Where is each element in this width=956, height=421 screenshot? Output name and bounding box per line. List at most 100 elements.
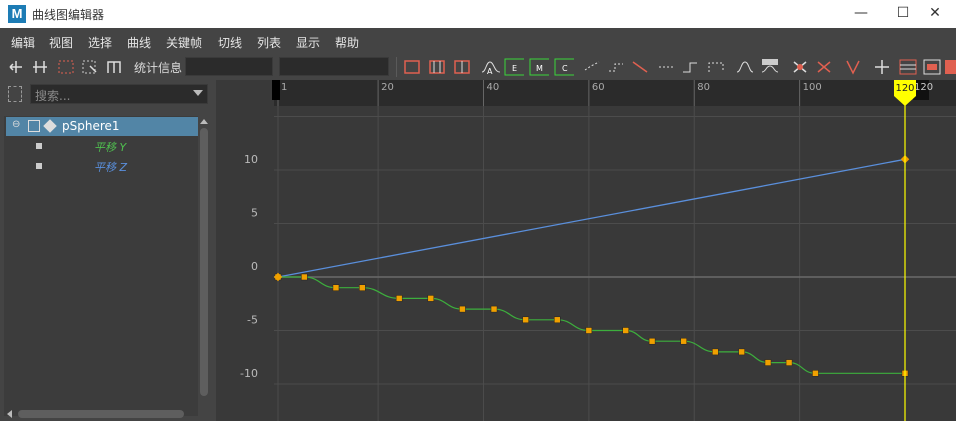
search-box[interactable]: 搜索... <box>30 84 208 104</box>
lattice-deform-icon[interactable] <box>56 58 76 76</box>
range-end-label: 120 <box>914 82 933 93</box>
linear-curve-icon[interactable] <box>630 58 650 76</box>
menu-select[interactable]: 选择 <box>88 34 112 51</box>
close-button[interactable]: ✕ <box>912 0 956 28</box>
menu-edit[interactable]: 编辑 <box>11 34 35 51</box>
keyframe-translate-y[interactable] <box>738 348 745 356</box>
value-tick-label: -5 <box>247 314 258 327</box>
buffer-swap-icon[interactable] <box>790 58 810 76</box>
move-view-icon[interactable] <box>872 58 892 76</box>
outliner-item-translate-z[interactable]: 平移 Z <box>6 157 198 176</box>
menu-view[interactable]: 视图 <box>49 34 73 51</box>
value-tick-label: 5 <box>251 207 258 220</box>
keyframe-translate-y[interactable] <box>648 337 656 345</box>
graph-view[interactable]: 1 20 40 60 80 100 120 10 5 0 -5 -10 120 <box>216 80 956 421</box>
keyframe-translate-y[interactable] <box>764 359 772 366</box>
value-tick-label: 10 <box>244 153 258 166</box>
step-tangent-icon[interactable] <box>606 58 626 76</box>
dope-sheet-icon[interactable] <box>898 58 918 76</box>
menu-bar: 编辑 视图 选择 曲线 关键帧 切线 列表 显示 帮助 <box>0 28 956 54</box>
frame-playback-range-icon[interactable] <box>427 58 447 76</box>
snapshot-icon[interactable] <box>814 58 834 76</box>
insert-key-icon[interactable] <box>30 58 50 76</box>
outliner-horizontal-scrollbar[interactable] <box>4 408 198 420</box>
attribute-icon <box>36 163 48 169</box>
center-current-time-icon[interactable] <box>452 58 472 76</box>
keyframe-translate-y[interactable] <box>332 284 340 291</box>
outliner-item-psphere1[interactable]: ⊖ pSphere1 <box>6 117 198 136</box>
spline-tangent-icon[interactable]: E <box>504 58 524 76</box>
menu-keys[interactable]: 关键帧 <box>166 34 202 51</box>
scrollbar-thumb[interactable] <box>18 410 184 418</box>
attribute-label: 平移 Y <box>94 141 127 154</box>
keyframe-translate-y[interactable] <box>359 284 366 291</box>
keyframe-translate-y[interactable] <box>712 348 719 356</box>
keyframe-translate-y[interactable] <box>301 273 308 281</box>
time-tick-label: 20 <box>381 82 394 93</box>
value-tick-label: 0 <box>251 260 258 273</box>
break-tangent-icon[interactable] <box>680 58 700 76</box>
search-input[interactable]: 搜索... <box>35 87 70 104</box>
spline-tangent-letter: E <box>512 64 517 73</box>
filter-icon[interactable] <box>8 86 22 102</box>
curve-outliner: 搜索... ⊖ pSphere1 平移 Y 平移 Z <box>0 80 216 421</box>
region-select-icon[interactable] <box>80 58 100 76</box>
time-ruler[interactable] <box>216 80 956 106</box>
normalize-icon[interactable] <box>843 58 863 76</box>
flat-curve-icon[interactable] <box>656 58 676 76</box>
curve-graph[interactable]: 1 20 40 60 80 100 1201050-5-10 120 <box>216 80 956 421</box>
time-tick-label: 60 <box>592 82 605 93</box>
outliner-tree: ⊖ pSphere1 平移 Y 平移 Z <box>4 116 198 416</box>
keyframe-translate-y[interactable] <box>812 370 819 377</box>
curve-translate-y[interactable] <box>278 276 905 374</box>
scrollbar-thumb[interactable] <box>200 128 208 396</box>
outliner-item-translate-y[interactable]: 平移 Y <box>6 137 198 156</box>
linear-tangent-letter: C <box>562 64 568 73</box>
time-editor-icon[interactable] <box>944 58 956 76</box>
keyframe-translate-y[interactable] <box>522 316 529 324</box>
unify-tangent-icon[interactable] <box>706 58 726 76</box>
menu-show[interactable]: 显示 <box>296 34 320 51</box>
flat-tangent-icon[interactable] <box>582 58 602 76</box>
menu-help[interactable]: 帮助 <box>335 34 359 51</box>
keyframe-translate-y[interactable] <box>459 305 466 313</box>
menu-curves[interactable]: 曲线 <box>127 34 151 51</box>
keyframe-translate-y[interactable] <box>395 295 403 302</box>
keyframe-translate-y[interactable] <box>622 327 629 334</box>
trax-editor-icon[interactable] <box>922 58 942 76</box>
scroll-up-icon[interactable] <box>198 116 210 126</box>
chevron-down-icon[interactable] <box>193 90 203 96</box>
minimize-button[interactable]: — <box>838 0 884 28</box>
tree-node-icon <box>28 120 40 132</box>
clamped-tangent-icon[interactable]: M <box>529 58 549 76</box>
time-tick-label: 40 <box>486 82 499 93</box>
keyframe-translate-y[interactable] <box>490 305 498 313</box>
range-start-marker[interactable] <box>272 80 280 100</box>
scroll-left-icon[interactable] <box>4 408 14 420</box>
retime-icon[interactable] <box>104 58 124 76</box>
free-weight-icon[interactable] <box>760 58 780 76</box>
keyframe-translate-y[interactable] <box>554 316 561 324</box>
auto-tangent-letter: A <box>487 67 493 76</box>
value-tick-label: -10 <box>240 367 258 380</box>
curve-translate-z[interactable] <box>277 158 906 278</box>
lock-weight-icon[interactable] <box>735 58 755 76</box>
keyframe-translate-y[interactable] <box>785 359 793 366</box>
move-key-icon[interactable] <box>6 58 26 76</box>
maya-app-icon: M <box>8 5 26 23</box>
toolbar: 统计信息 A E M C <box>0 54 956 80</box>
transform-node-icon <box>43 119 57 133</box>
linear-tangent-icon[interactable]: C <box>554 58 574 76</box>
stats-frame-field[interactable] <box>185 57 273 76</box>
menu-list[interactable]: 列表 <box>257 34 281 51</box>
frame-all-icon[interactable] <box>402 58 422 76</box>
menu-tangents[interactable]: 切线 <box>218 34 242 51</box>
collapse-icon[interactable]: ⊖ <box>12 119 20 130</box>
stats-value-field[interactable] <box>279 57 389 76</box>
keyframe-translate-y[interactable] <box>427 295 435 302</box>
keyframe-translate-y[interactable] <box>585 327 593 334</box>
auto-tangent-icon[interactable]: A <box>480 58 500 76</box>
toolbar-separator <box>396 57 397 77</box>
outliner-vertical-scrollbar[interactable] <box>198 116 210 406</box>
keyframe-translate-y[interactable] <box>680 337 687 345</box>
